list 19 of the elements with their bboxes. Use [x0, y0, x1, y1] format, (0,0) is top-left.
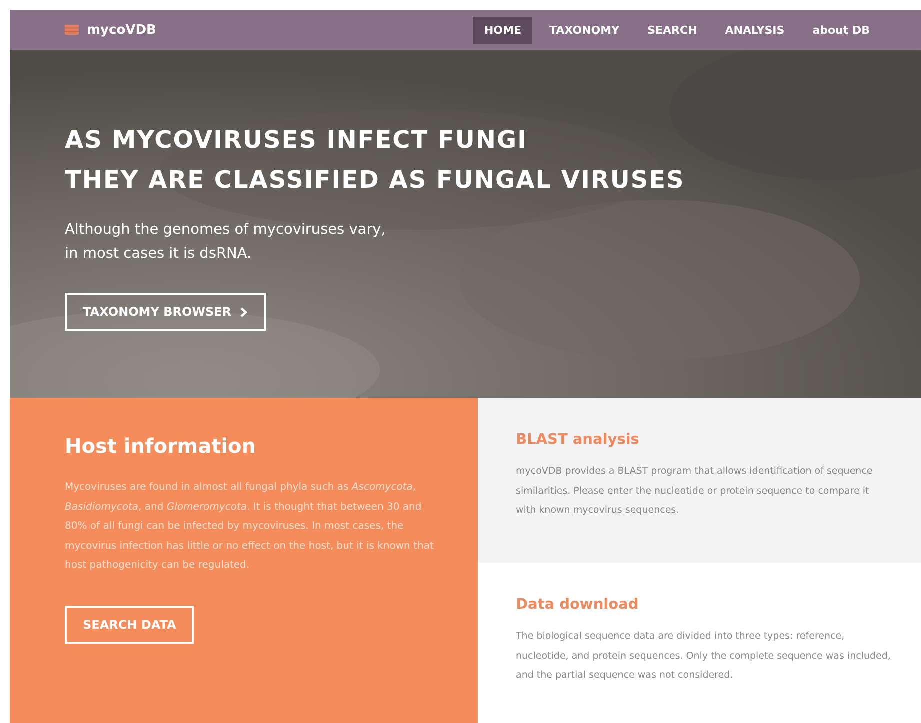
search-data-button[interactable]: SEARCH DATA — [65, 606, 194, 644]
hero-subtitle: Although the genomes of mycoviruses vary, in most cases it is dsRNA. — [65, 221, 386, 264]
panel-text: The biological sequence data are divided into three types: reference, nucleotide, and protein sequences. Only the complete sequence was included, and the partial sequence was not considered. — [516, 630, 891, 683]
hero-title: THEY ARE CLASSIFIED AS FUNGAL VIRUSES — [65, 165, 685, 196]
hero-title: AS MYCOVIRUSES INFECT FUNGI — [65, 125, 528, 156]
panel-title: Data download — [516, 597, 640, 613]
nav-link[interactable]: TAXONOMY — [538, 16, 631, 44]
nav-link[interactable]: about DB — [802, 16, 881, 44]
taxonomy-browser-button[interactable]: TAXONOMY BROWSER — [65, 293, 266, 331]
panel-title: Host information — [65, 434, 256, 458]
brand-name[interactable]: mycoVDB — [87, 22, 156, 38]
logo-icon — [65, 25, 79, 35]
panel-text: mycoVDB provides a BLAST program that allows identification of sequence similarities. Please enter the nucleotide or protein sequence to compare it with known mycovirus sequences. — [516, 465, 874, 518]
nav-link[interactable]: HOME — [473, 16, 532, 44]
panel-title: BLAST analysis — [516, 432, 640, 448]
nav-link[interactable]: ANALYSIS — [714, 16, 796, 44]
nav-link[interactable]: SEARCH — [636, 16, 708, 44]
panel-text: Mycoviruses are found in almost all fungal phyla such as Ascomycota, Basidiomycota, and Glomeromycota. It is thought that between 30 and 80% of all fungi can be infected by mycoviruses. In most cases, the mycovirus infection has little or no effect on the host, but it is known that host pathogenicity can be regulated. — [65, 481, 435, 573]
chevron-right-icon — [240, 306, 248, 318]
